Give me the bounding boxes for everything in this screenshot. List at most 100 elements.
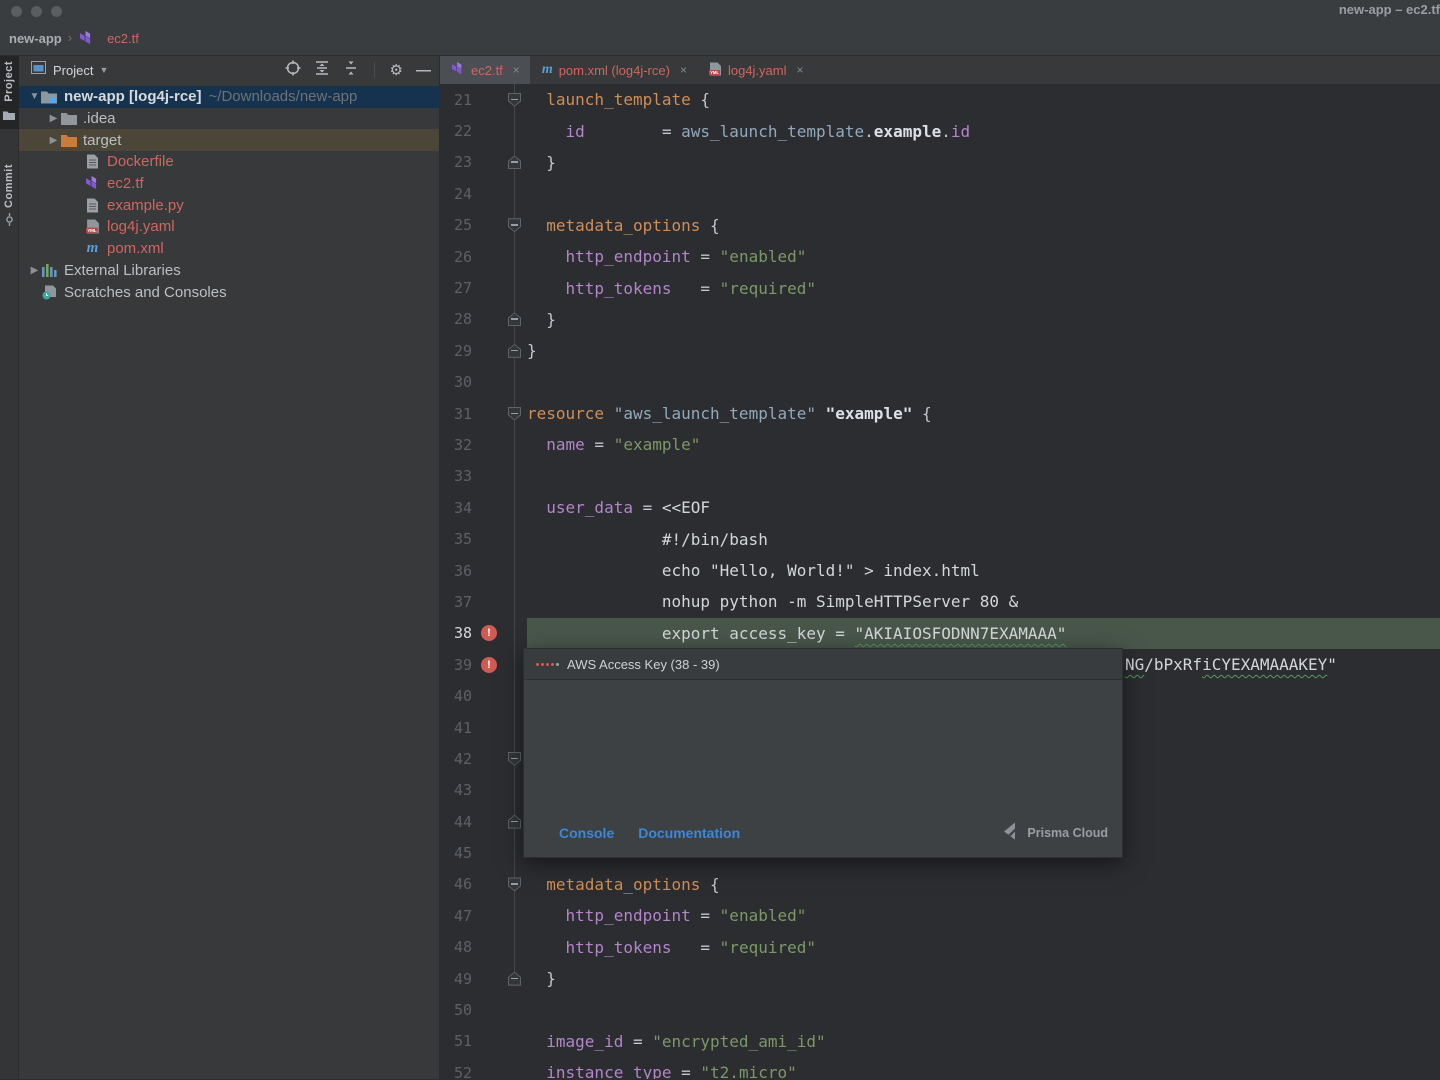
settings-gear-icon[interactable]: ⚙: [390, 61, 403, 79]
code-text: nohup python -m SimpleHTTPServer 80 &: [527, 592, 1018, 611]
close-icon[interactable]: ×: [513, 63, 520, 77]
line-number: 25: [440, 216, 476, 234]
code-line-22: 22 id = aws_launch_template.example.id: [440, 115, 1440, 146]
tab-ec2-tf[interactable]: ec2.tf ×: [440, 56, 530, 84]
line-number: 22: [440, 122, 476, 140]
tree-item-log4j-yaml[interactable]: YMLlog4j.yaml: [19, 216, 439, 238]
fold-marker-icon[interactable]: [508, 344, 521, 358]
prisma-cloud-label: Prisma Cloud: [1027, 826, 1108, 840]
fold-marker-icon[interactable]: [508, 407, 521, 421]
tool-window-button-commit[interactable]: Commit: [0, 159, 19, 235]
code-text: id = aws_launch_template.example.id: [527, 122, 970, 141]
yaml-icon: YML: [709, 62, 722, 79]
libraries-icon: [41, 262, 58, 278]
code-text: }: [527, 341, 537, 360]
gutter-slot: !: [476, 625, 502, 641]
line-number: 23: [440, 153, 476, 171]
line-number: 26: [440, 248, 476, 266]
close-icon[interactable]: ×: [680, 63, 687, 77]
tree-item-scratches-and-consoles[interactable]: Scratches and Consoles: [19, 281, 439, 303]
chevron-down-icon[interactable]: ▼: [99, 65, 108, 75]
line-number: 52: [440, 1064, 476, 1079]
breadcrumb: new-app › ec2.tf: [0, 22, 1440, 56]
editor-tabbar: ec2.tf × m pom.xml (log4j-rce) × YML log…: [440, 56, 1440, 84]
tree-item-dockerfile[interactable]: Dockerfile: [19, 151, 439, 173]
fold-marker-icon[interactable]: [508, 93, 521, 107]
line-number: 47: [440, 907, 476, 925]
code-text-tail: NG/bPxRfiCYEXAMAAAKEY": [1125, 655, 1337, 674]
breadcrumb-file[interactable]: ec2.tf: [107, 31, 139, 46]
tab-log4j-yaml[interactable]: YML log4j.yaml ×: [697, 56, 814, 84]
tree-item-pom-xml[interactable]: mpom.xml: [19, 238, 439, 260]
fold-marker-icon[interactable]: [508, 218, 521, 232]
fold-marker-icon[interactable]: [508, 815, 521, 829]
traffic-lights: [11, 6, 62, 17]
breadcrumb-project[interactable]: new-app: [9, 31, 62, 46]
code-line-32: 32 name = "example": [440, 429, 1440, 460]
locate-icon[interactable]: [285, 60, 301, 81]
window-title: new-app – ec2.tf: [1339, 2, 1440, 17]
chevron-right-icon[interactable]: ▶: [28, 265, 41, 276]
console-link[interactable]: Console: [559, 825, 614, 841]
close-icon[interactable]: ×: [797, 63, 804, 77]
fold-marker-icon[interactable]: [508, 877, 521, 891]
tree-item-label: .idea: [83, 110, 116, 127]
chevron-right-icon[interactable]: ▶: [47, 135, 60, 146]
collapse-all-icon[interactable]: [343, 60, 359, 81]
tree-item-label: External Libraries: [64, 262, 181, 279]
code-line-25: 25 metadata_options {: [440, 210, 1440, 241]
fold-marker-icon[interactable]: [508, 155, 521, 169]
code-editor[interactable]: 21 launch_template {22 id = aws_launch_t…: [440, 84, 1440, 1079]
line-number: 27: [440, 279, 476, 297]
fold-marker-icon[interactable]: [508, 312, 521, 326]
code-line-46: 46 metadata_options {: [440, 869, 1440, 900]
error-icon[interactable]: !: [481, 625, 497, 641]
code-text: http_endpoint = "enabled": [527, 906, 806, 925]
tree-item-path: ~/Downloads/new-app: [209, 88, 358, 105]
popup-title: AWS Access Key (38 - 39): [567, 657, 720, 672]
tree-item-label: new-app [log4j-rce]: [64, 88, 202, 105]
fold-marker-icon[interactable]: [508, 752, 521, 766]
svg-text:YML: YML: [710, 70, 719, 75]
tree-item-external-libraries[interactable]: ▶ External Libraries: [19, 260, 439, 282]
prisma-cloud-finding-popup: AWS Access Key (38 - 39) Console Documen…: [523, 648, 1123, 858]
tool-window-button-project[interactable]: Project: [0, 56, 19, 129]
line-number: 29: [440, 342, 476, 360]
tree-item-ec2-tf[interactable]: ec2.tf: [19, 173, 439, 195]
line-number: 41: [440, 719, 476, 737]
close-window-icon[interactable]: [11, 6, 22, 17]
documentation-link[interactable]: Documentation: [638, 825, 740, 841]
code-line-33: 33: [440, 461, 1440, 492]
chevron-right-icon[interactable]: ▶: [47, 113, 60, 124]
folder-excluded-icon: [60, 132, 77, 148]
code-line-36: 36 echo "Hello, World!" > index.html: [440, 555, 1440, 586]
code-line-38: 38! export access_key = "AKIAIOSFODNN7EX…: [440, 618, 1440, 649]
line-number: 21: [440, 91, 476, 109]
project-tree: ▼ new-app [log4j-rce] ~/Downloads/new-app ▶…: [19, 84, 439, 303]
code-line-23: 23 }: [440, 147, 1440, 178]
fold-marker-icon[interactable]: [508, 972, 521, 986]
tree-item-label: target: [83, 132, 121, 149]
maximize-window-icon[interactable]: [51, 6, 62, 17]
code-line-27: 27 http_tokens = "required": [440, 272, 1440, 303]
code-line-29: 29}: [440, 335, 1440, 366]
code-line-49: 49 }: [440, 963, 1440, 994]
tree-item-example-py[interactable]: example.py: [19, 194, 439, 216]
code-line-48: 48 http_tokens = "required": [440, 932, 1440, 963]
tree-item-idea[interactable]: ▶ .idea: [19, 108, 439, 130]
code-text: http_endpoint = "enabled": [527, 247, 806, 266]
project-panel-title[interactable]: Project: [53, 63, 93, 78]
line-number: 42: [440, 750, 476, 768]
tab-pom-xml[interactable]: m pom.xml (log4j-rce) ×: [530, 56, 697, 84]
line-number: 37: [440, 593, 476, 611]
chevron-down-icon[interactable]: ▼: [28, 91, 41, 102]
tree-item-target[interactable]: ▶ target: [19, 129, 439, 151]
code-text: http_tokens = "required": [527, 938, 816, 957]
line-number: 38: [440, 624, 476, 642]
error-icon[interactable]: !: [481, 657, 497, 673]
expand-all-icon[interactable]: [314, 60, 330, 81]
line-number: 32: [440, 436, 476, 454]
tree-item-new-app-log4j-rce[interactable]: ▼ new-app [log4j-rce] ~/Downloads/new-app: [19, 86, 439, 108]
minimize-window-icon[interactable]: [31, 6, 42, 17]
hide-panel-icon[interactable]: —: [416, 62, 431, 79]
